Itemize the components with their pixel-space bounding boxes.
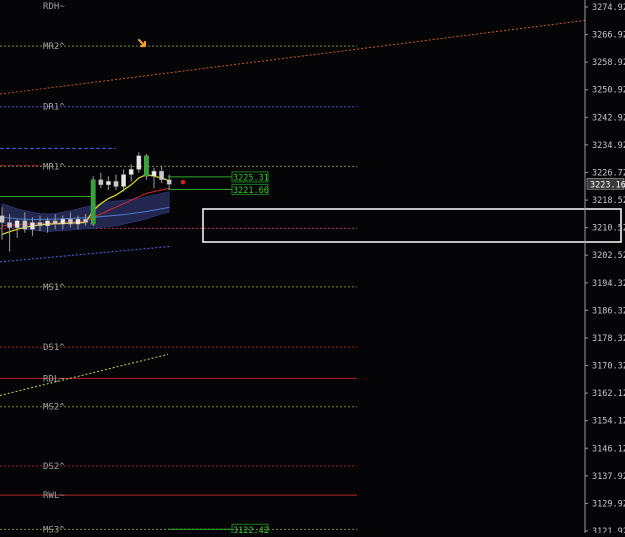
candle-body xyxy=(0,215,5,223)
candle-body xyxy=(159,170,164,180)
candle-body xyxy=(113,181,119,187)
trend-line-orange xyxy=(0,19,586,95)
candle-body xyxy=(105,181,111,186)
trend-line-yellow xyxy=(0,353,169,396)
candle-body xyxy=(151,170,157,177)
level-label: DR1^ xyxy=(43,103,65,113)
candle-body xyxy=(166,179,172,185)
price-axis-label: 3218.52 xyxy=(592,196,625,206)
current-price-label: 3223.16 xyxy=(590,180,625,190)
price-axis-label: 3234.92 xyxy=(592,141,625,151)
candle-body xyxy=(7,222,13,228)
level-label: RDL~ xyxy=(43,374,65,384)
chart-area[interactable]: RDH~ MR2^ DR1^ MR1^ MS1^ DS1^ RDL~ MS2^ DS2^ RWL~… xyxy=(0,0,625,537)
price-box-label: 3225.31 xyxy=(233,173,269,183)
level-label: MS2^ xyxy=(43,403,65,413)
candle-body xyxy=(60,218,66,225)
level-label: DS2^ xyxy=(43,462,65,472)
price-box-label: 3221.66 xyxy=(233,186,269,196)
price-axis-label: 3162.12 xyxy=(592,389,625,399)
level-label: MR1^ xyxy=(43,162,65,172)
price-axis-label: 3186.32 xyxy=(592,306,625,316)
price-axis-label: 3146.12 xyxy=(592,444,625,454)
price-axis-label: 3258.92 xyxy=(592,58,625,68)
price-axis-label: 3194.32 xyxy=(592,279,625,289)
candle-body xyxy=(67,218,73,225)
price-box-label: 3122.42 xyxy=(233,526,269,533)
signal-dot xyxy=(180,179,186,185)
arrow-down-right-icon xyxy=(137,38,147,48)
candle-body xyxy=(14,220,20,228)
candle-body xyxy=(90,179,96,225)
level-label: MS3^ xyxy=(43,525,65,533)
level-label: RDH~ xyxy=(43,2,65,12)
price-axis-label: 3266.92 xyxy=(592,31,625,41)
price-axis-label: 3121.92 xyxy=(592,527,625,533)
price-axis-label: 3137.92 xyxy=(592,472,625,482)
candle-body xyxy=(83,218,89,223)
price-axis-label: 3274.92 xyxy=(592,3,625,13)
candle-body xyxy=(121,174,127,187)
price-chart[interactable]: RDH~ MR2^ DR1^ MR1^ MS1^ DS1^ RDL~ MS2^ DS2^ RWL~… xyxy=(0,0,625,537)
level-label: RWL~ xyxy=(43,491,65,501)
level-label: MR2^ xyxy=(43,42,65,52)
price-axis-label: 3210.52 xyxy=(592,224,625,234)
candle-body xyxy=(52,220,58,225)
candle-body xyxy=(98,179,104,186)
candle-body xyxy=(22,220,28,230)
candle-body xyxy=(45,220,51,227)
candle-body xyxy=(37,222,43,227)
price-axis-label: 3242.92 xyxy=(592,113,625,123)
level-label: MS1^ xyxy=(43,283,65,293)
level-label: DS1^ xyxy=(43,343,65,353)
price-axis-label: 3226.72 xyxy=(592,168,625,178)
candle-body xyxy=(75,218,81,225)
price-axis-label: 3170.32 xyxy=(592,362,625,372)
selection-rectangle[interactable] xyxy=(202,208,622,243)
candle-body xyxy=(143,155,149,177)
trend-line-blue xyxy=(0,245,171,263)
candle-body xyxy=(136,155,142,170)
price-axis-label: 3202.52 xyxy=(592,251,625,261)
candle-body xyxy=(128,169,134,175)
price-axis-label: 3178.32 xyxy=(592,334,625,344)
price-axis-label: 3154.12 xyxy=(592,417,625,427)
price-axis-label: 3250.92 xyxy=(592,86,625,96)
price-axis-label: 3129.92 xyxy=(592,499,625,509)
candle-body xyxy=(30,222,35,230)
